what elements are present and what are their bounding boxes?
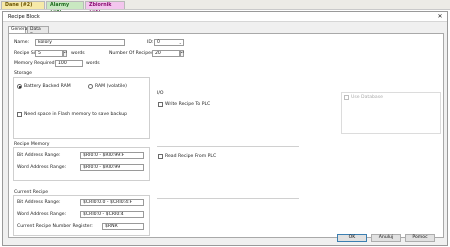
ok-button[interactable]: OK (337, 234, 367, 242)
flash-backup-checkbox[interactable] (17, 112, 22, 117)
recipe-size-field[interactable]: 5 (35, 50, 63, 57)
chevron-down-icon: ⌄ (178, 40, 182, 45)
recipe-memory-bit-range: $RI0:0 - $RI0:99:F (80, 152, 144, 159)
id-select-value: 0 (157, 40, 160, 45)
ram-volatile-label: RAM (volatile) (95, 84, 127, 89)
ram-volatile-radio[interactable] (88, 84, 93, 89)
use-database-group: Use Database (341, 92, 441, 134)
doc-tab-dane[interactable]: Dane (#2) (1, 1, 45, 9)
recipe-memory-word-label: Word Address Range: (17, 165, 67, 170)
general-tab-panel: Name: kolory ID: 0 ⌄ Recipe Size: 5 ▴▾ w… (8, 33, 444, 238)
tab-data-devs[interactable]: Data Devs (27, 26, 49, 38)
use-database-label: Use Database (351, 95, 383, 100)
document-tab-bar: Dane (#2) Alarmy (#3) Zbiornik (#1) (0, 0, 450, 16)
number-of-recipes-label: Number Of Recipes: (109, 51, 155, 56)
cancel-button[interactable]: Anuluj (371, 234, 401, 242)
recipe-memory-group: Bit Address Range: $RI0:0 - $RI0:99:F Wo… (13, 147, 150, 181)
recipe-size-stepper[interactable]: ▴▾ (63, 50, 67, 57)
use-database-checkbox[interactable] (344, 95, 349, 100)
current-recipe-bit-label: Bit Address Range: (17, 200, 61, 205)
current-recipe-word-range: $CRI0:0 - $CRI0:4 (80, 211, 144, 218)
recipe-memory-word-range: $RI0:0 - $RI0:99 (80, 164, 144, 171)
doc-tab-alarmy[interactable]: Alarmy (#3) (46, 1, 84, 16)
close-icon[interactable]: ✕ (436, 13, 444, 21)
id-select[interactable]: 0 ⌄ (154, 39, 184, 46)
current-recipe-word-label: Word Address Range: (17, 212, 67, 217)
read-recipe-checkbox[interactable] (158, 154, 163, 159)
io-group-title: I/O (157, 91, 164, 96)
dialog-title: Recipe Block (8, 14, 40, 20)
help-button[interactable]: Pomoc (405, 234, 435, 242)
read-recipe-label: Read Recipe From PLC (165, 154, 217, 159)
battery-ram-radio[interactable] (17, 84, 22, 89)
memory-required-field: 100 (55, 60, 83, 67)
recipe-memory-bit-label: Bit Address Range: (17, 153, 61, 158)
storage-group: Battery Backed RAM RAM (volatile) Need s… (13, 77, 150, 139)
current-recipe-bit-range: $CRI0:0.0 - $CRI0:4:F (80, 199, 144, 206)
storage-group-title: Storage (14, 71, 32, 76)
current-recipe-group: Bit Address Range: $CRI0:0.0 - $CRI0:4:F… (13, 195, 150, 236)
write-recipe-checkbox[interactable] (158, 102, 163, 107)
dialog-titlebar: Recipe Block ✕ (3, 12, 447, 22)
name-label: Name: (14, 40, 30, 45)
number-of-recipes-field[interactable]: 20 (152, 50, 180, 57)
io-divider (157, 146, 299, 147)
doc-tab-zbiornik[interactable]: Zbiornik (#1) (85, 1, 125, 16)
id-label: ID: (147, 40, 154, 45)
write-recipe-label: Write Recipe To PLC (165, 102, 211, 107)
battery-ram-label: Battery Backed RAM (24, 84, 71, 89)
recipe-block-dialog: Recipe Block ✕ General Data Devs Name: k… (2, 11, 448, 246)
name-field[interactable]: kolory (35, 39, 125, 46)
io-bottom-divider (157, 198, 299, 199)
memory-required-label: Memory Required: (14, 61, 57, 66)
current-recipe-number-register: $RNR (102, 223, 144, 230)
memory-required-unit: words (86, 61, 100, 66)
recipe-size-unit: words (71, 51, 85, 56)
current-recipe-number-label: Current Recipe Number Register: (17, 224, 93, 229)
flash-backup-label: Need space in Flash memory to save backu… (24, 112, 128, 117)
number-of-recipes-stepper[interactable]: ▴▾ (180, 50, 184, 57)
